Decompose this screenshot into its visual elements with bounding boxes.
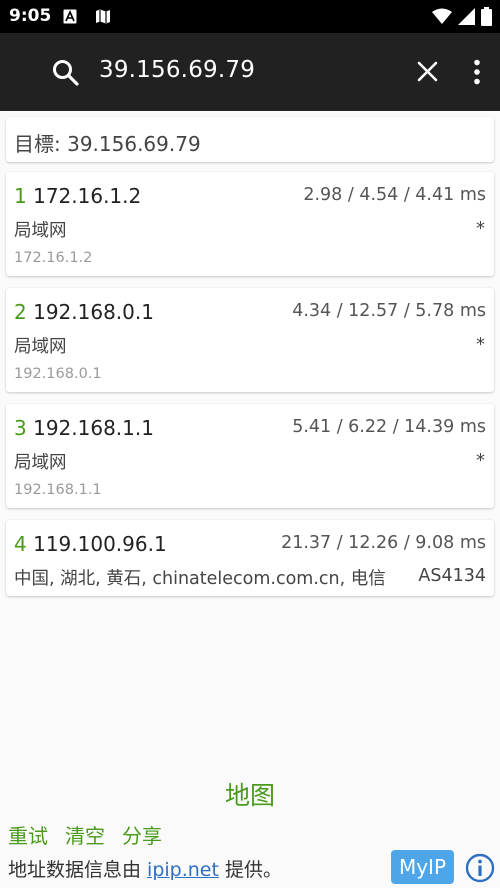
hop-host: 192.168.1.1 xyxy=(14,482,102,498)
hop-times: 2.98 / 4.54 / 4.41 ms xyxy=(303,185,486,205)
target-card: 目標: 39.156.69.79 xyxy=(6,117,494,162)
hop-asn: AS4134 xyxy=(418,566,486,586)
map-link: 地图 xyxy=(0,776,500,812)
signal-icon xyxy=(458,8,475,29)
attribution-suffix: 提供。 xyxy=(218,859,282,881)
attribution-text: 地址数据信息由 ipip.net 提供。 xyxy=(8,855,282,882)
hop-number: 3 xyxy=(14,416,27,440)
hop-times: 5.41 / 6.22 / 14.39 ms xyxy=(292,417,486,437)
clear-button[interactable]: 清空 xyxy=(65,820,105,849)
hop-title: 2 192.168.0.1 xyxy=(14,300,154,324)
hop-card[interactable]: 1 172.16.1.2 2.98 / 4.54 / 4.41 ms 局域网 *… xyxy=(6,172,494,276)
hop-ip: 192.168.1.1 xyxy=(33,416,154,440)
hop-title: 1 172.16.1.2 xyxy=(14,184,141,208)
hop-number: 1 xyxy=(14,184,27,208)
hop-ip: 119.100.96.1 xyxy=(33,532,167,556)
hop-number: 2 xyxy=(14,300,27,324)
info-icon[interactable] xyxy=(465,853,495,887)
hop-host: 192.168.0.1 xyxy=(14,366,102,382)
wifi-icon xyxy=(432,8,452,29)
hop-card[interactable]: 2 192.168.0.1 4.34 / 12.57 / 5.78 ms 局域网… xyxy=(6,288,494,392)
hop-extra: * xyxy=(476,450,485,471)
more-options-icon[interactable] xyxy=(473,59,481,89)
hop-title: 4 119.100.96.1 xyxy=(14,532,167,556)
attribution-prefix: 地址数据信息由 xyxy=(8,859,148,881)
battery-icon xyxy=(481,7,492,30)
hop-ip: 172.16.1.2 xyxy=(33,184,142,208)
hop-times: 4.34 / 12.57 / 5.78 ms xyxy=(292,301,486,321)
hop-location: 局域网 xyxy=(14,453,67,473)
map-notification-icon xyxy=(95,9,111,28)
search-toolbar: 39.156.69.79 xyxy=(0,33,500,111)
hop-host: 172.16.1.2 xyxy=(14,250,93,266)
hop-extra: * xyxy=(476,334,485,355)
hop-title: 3 192.168.1.1 xyxy=(14,416,154,440)
retry-button[interactable]: 重试 xyxy=(8,820,48,849)
target-label: 目標: 39.156.69.79 xyxy=(14,132,201,156)
status-time: 9:05 xyxy=(9,6,52,26)
hop-card[interactable]: 4 119.100.96.1 21.37 / 12.26 / 9.08 ms 中… xyxy=(6,520,494,596)
search-icon[interactable] xyxy=(52,59,79,90)
hop-ip: 192.168.0.1 xyxy=(33,300,154,324)
hop-number: 4 xyxy=(14,532,27,556)
hop-card[interactable]: 3 192.168.1.1 5.41 / 6.22 / 14.39 ms 局域网… xyxy=(6,404,494,508)
hop-extra: * xyxy=(476,218,485,239)
search-input[interactable]: 39.156.69.79 xyxy=(99,57,255,83)
hop-times: 21.37 / 12.26 / 9.08 ms xyxy=(281,533,486,553)
map-button[interactable]: 地图 xyxy=(225,781,275,810)
share-button[interactable]: 分享 xyxy=(122,820,162,849)
ipip-link[interactable]: ipip.net xyxy=(147,859,219,881)
app-notification-icon xyxy=(63,9,77,28)
action-bar: 重试 清空 分享 xyxy=(8,820,162,849)
hop-location: 局域网 xyxy=(14,221,67,241)
myip-button[interactable]: MyIP xyxy=(391,850,454,884)
status-bar: 9:05 xyxy=(0,0,500,33)
hop-location: 局域网 xyxy=(14,337,67,357)
hop-location: 中国, 湖北, 黄石, chinatelecom.com.cn, 电信 xyxy=(14,569,386,589)
clear-icon[interactable] xyxy=(417,61,438,86)
